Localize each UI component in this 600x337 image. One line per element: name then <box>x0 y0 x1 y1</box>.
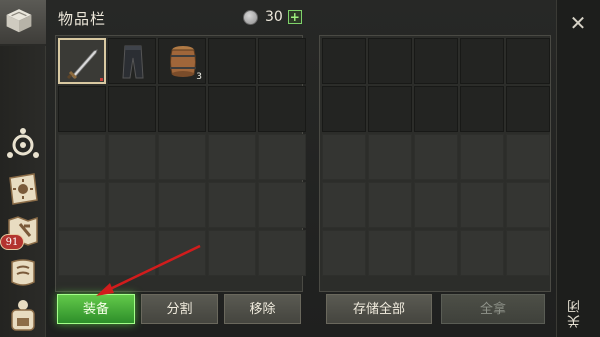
inventory-slot[interactable] <box>258 134 306 180</box>
inventory-slot[interactable] <box>414 230 458 276</box>
inventory-slot[interactable] <box>208 134 256 180</box>
storage-grid <box>322 38 550 276</box>
inventory-slot[interactable] <box>158 86 206 132</box>
compass-icon <box>7 128 39 158</box>
inventory-slot[interactable] <box>368 182 412 228</box>
take-all-button[interactable]: 全拿 <box>441 294 545 324</box>
chest-icon <box>6 9 32 33</box>
inventory-slot[interactable] <box>208 86 256 132</box>
new-item-marker <box>100 78 103 81</box>
rail-item-inventory[interactable] <box>0 0 46 46</box>
inventory-slot[interactable] <box>208 182 256 228</box>
rail-item-compass[interactable] <box>4 126 42 164</box>
sun-book-icon <box>9 173 38 205</box>
inventory-slot[interactable] <box>506 230 550 276</box>
inventory-slot[interactable] <box>58 86 106 132</box>
inventory-slot[interactable] <box>258 230 306 276</box>
inventory-slot[interactable] <box>208 38 256 84</box>
inventory-slot[interactable] <box>158 230 206 276</box>
coin-icon <box>243 9 258 25</box>
backpack-icon <box>11 300 35 331</box>
left-menu-rail: 91 <box>0 0 46 337</box>
inventory-slot[interactable] <box>258 38 306 84</box>
close-button-label[interactable]: 关闭 <box>566 298 590 328</box>
inventory-slot[interactable] <box>108 134 156 180</box>
inventory-slot[interactable] <box>414 134 458 180</box>
inventory-slot[interactable] <box>460 182 504 228</box>
inventory-slot[interactable] <box>368 86 412 132</box>
inventory-slot[interactable] <box>460 230 504 276</box>
inventory-slot[interactable] <box>414 182 458 228</box>
close-column <box>556 0 600 337</box>
inventory-slot[interactable] <box>322 182 366 228</box>
inventory-slot[interactable] <box>460 38 504 84</box>
add-currency-button[interactable]: + <box>287 10 302 24</box>
inventory-slot[interactable] <box>368 134 412 180</box>
inventory-slot[interactable] <box>58 230 106 276</box>
item-quantity: 3 <box>196 72 202 82</box>
close-icon[interactable]: ✕ <box>565 10 591 36</box>
equip-button[interactable]: 装备 <box>57 294 135 324</box>
inventory-slot[interactable] <box>108 86 156 132</box>
map-badge-count: 91 <box>0 234 24 250</box>
split-button[interactable]: 分割 <box>141 294 218 324</box>
inventory-slot[interactable] <box>258 86 306 132</box>
inventory-slot[interactable] <box>414 38 458 84</box>
inventory-slot[interactable] <box>208 230 256 276</box>
page-title: 物品栏 <box>58 10 107 28</box>
rail-item-bag[interactable] <box>4 296 42 334</box>
rail-item-skills[interactable] <box>4 170 42 208</box>
store-all-button[interactable]: 存储全部 <box>326 294 432 324</box>
inventory-slot[interactable] <box>58 182 106 228</box>
scroll-icon <box>11 259 35 286</box>
inventory-slot[interactable] <box>460 134 504 180</box>
inventory-slot[interactable] <box>58 38 106 84</box>
inventory-slot[interactable] <box>460 86 504 132</box>
inventory-slot[interactable] <box>108 230 156 276</box>
inventory-slot[interactable] <box>322 230 366 276</box>
inventory-slot[interactable] <box>506 134 550 180</box>
inventory-slot[interactable] <box>368 230 412 276</box>
remove-button[interactable]: 移除 <box>224 294 301 324</box>
inventory-slot[interactable] <box>506 86 550 132</box>
currency-amount: 30 <box>265 9 283 25</box>
inventory-slot[interactable] <box>258 182 306 228</box>
inventory-slot[interactable] <box>368 38 412 84</box>
inventory-slot[interactable] <box>158 182 206 228</box>
currency-display: 30 + <box>243 8 302 26</box>
inventory-slot[interactable] <box>414 86 458 132</box>
inventory-slot[interactable] <box>506 182 550 228</box>
inventory-slot[interactable] <box>108 38 156 84</box>
inventory-slot[interactable] <box>322 134 366 180</box>
inventory-slot[interactable] <box>58 134 106 180</box>
inventory-slot[interactable]: 3 <box>158 38 206 84</box>
inventory-screen: 91 物品栏 30 + 3 装备 分割 移除 存储全部 全拿 ✕ 关闭 <box>0 0 600 337</box>
inventory-grid: 3 <box>58 38 306 276</box>
inventory-slot[interactable] <box>108 182 156 228</box>
inventory-slot[interactable] <box>158 134 206 180</box>
inventory-slot[interactable] <box>322 38 366 84</box>
rail-item-quests[interactable] <box>4 254 42 292</box>
inventory-slot[interactable] <box>506 38 550 84</box>
inventory-slot[interactable] <box>322 86 366 132</box>
